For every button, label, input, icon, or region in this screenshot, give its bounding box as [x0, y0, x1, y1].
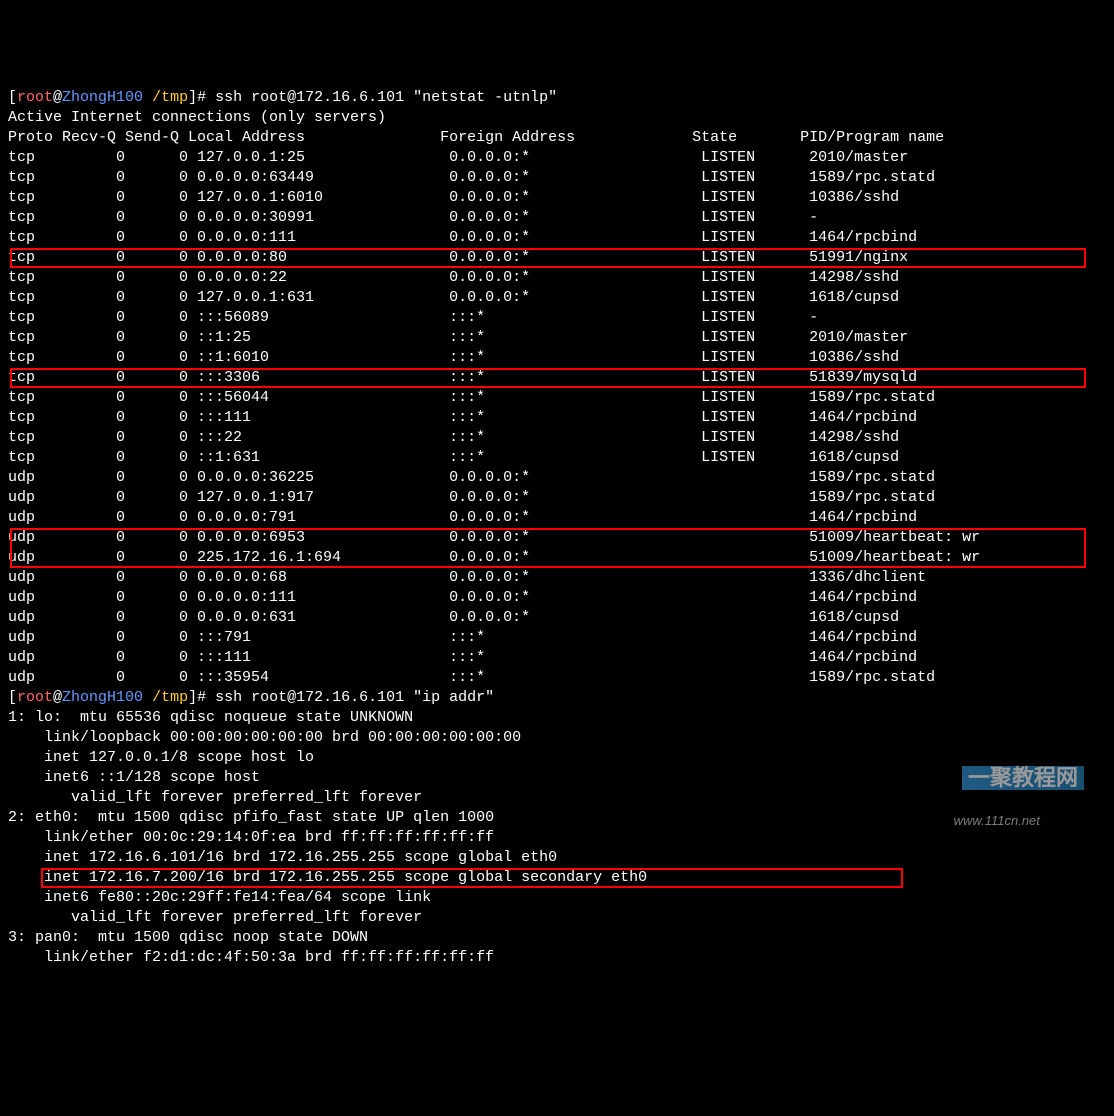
netstat-row: tcp 0 0 :::56044 :::* LISTEN 1589/rpc.st…	[8, 388, 1106, 408]
netstat-row: udp 0 0 0.0.0.0:68 0.0.0.0:* 1336/dhclie…	[8, 568, 1106, 588]
watermark: 一聚教程网 www.111cn.net	[954, 746, 1084, 851]
netstat-row: udp 0 0 127.0.0.1:917 0.0.0.0:* 1589/rpc…	[8, 488, 1106, 508]
netstat-row: udp 0 0 0.0.0.0:6953 0.0.0.0:* 51009/hea…	[8, 528, 1106, 548]
terminal-output: [root@ZhongH100 /tmp]# ssh root@172.16.6…	[8, 88, 1106, 968]
netstat-row: tcp 0 0 0.0.0.0:30991 0.0.0.0:* LISTEN -	[8, 208, 1106, 228]
shell-prompt[interactable]: [root@ZhongH100 /tmp]# ssh root@172.16.6…	[8, 688, 1106, 708]
netstat-row: tcp 0 0 0.0.0.0:80 0.0.0.0:* LISTEN 5199…	[8, 248, 1106, 268]
netstat-row: udp 0 0 225.172.16.1:694 0.0.0.0:* 51009…	[8, 548, 1106, 568]
netstat-row: tcp 0 0 :::111 :::* LISTEN 1464/rpcbind	[8, 408, 1106, 428]
ipaddr-row: inet6 ::1/128 scope host	[8, 768, 1106, 788]
netstat-header: Active Internet connections (only server…	[8, 108, 1106, 128]
netstat-columns: Proto Recv-Q Send-Q Local Address Foreig…	[8, 128, 1106, 148]
netstat-row: udp 0 0 0.0.0.0:631 0.0.0.0:* 1618/cupsd	[8, 608, 1106, 628]
ipaddr-row: link/ether f2:d1:dc:4f:50:3a brd ff:ff:f…	[8, 948, 1106, 968]
netstat-row: tcp 0 0 0.0.0.0:22 0.0.0.0:* LISTEN 1429…	[8, 268, 1106, 288]
watermark-brand: 一聚教程网	[962, 766, 1084, 790]
netstat-row: tcp 0 0 :::56089 :::* LISTEN -	[8, 308, 1106, 328]
ipaddr-row: 2: eth0: mtu 1500 qdisc pfifo_fast state…	[8, 808, 1106, 828]
netstat-row: udp 0 0 0.0.0.0:111 0.0.0.0:* 1464/rpcbi…	[8, 588, 1106, 608]
netstat-row: tcp 0 0 127.0.0.1:25 0.0.0.0:* LISTEN 20…	[8, 148, 1106, 168]
netstat-row: udp 0 0 :::35954 :::* 1589/rpc.statd	[8, 668, 1106, 688]
ipaddr-row: inet 172.16.6.101/16 brd 172.16.255.255 …	[8, 848, 1106, 868]
highlight-box	[10, 248, 1086, 268]
ipaddr-row: link/ether 00:0c:29:14:0f:ea brd ff:ff:f…	[8, 828, 1106, 848]
netstat-row: udp 0 0 :::791 :::* 1464/rpcbind	[8, 628, 1106, 648]
netstat-row: tcp 0 0 127.0.0.1:6010 0.0.0.0:* LISTEN …	[8, 188, 1106, 208]
ipaddr-row: link/loopback 00:00:00:00:00:00 brd 00:0…	[8, 728, 1106, 748]
ipaddr-row: 1: lo: mtu 65536 qdisc noqueue state UNK…	[8, 708, 1106, 728]
netstat-row: tcp 0 0 :::3306 :::* LISTEN 51839/mysqld	[8, 368, 1106, 388]
netstat-row: tcp 0 0 ::1:631 :::* LISTEN 1618/cupsd	[8, 448, 1106, 468]
highlight-box	[41, 868, 903, 888]
ipaddr-row: inet 172.16.7.200/16 brd 172.16.255.255 …	[8, 868, 1106, 888]
highlight-group: udp 0 0 0.0.0.0:6953 0.0.0.0:* 51009/hea…	[8, 528, 1106, 568]
ipaddr-row: valid_lft forever preferred_lft forever	[8, 908, 1106, 928]
ipaddr-row: inet6 fe80::20c:29ff:fe14:fea/64 scope l…	[8, 888, 1106, 908]
ipaddr-row: inet 127.0.0.1/8 scope host lo	[8, 748, 1106, 768]
highlight-box	[10, 368, 1086, 388]
netstat-row: udp 0 0 0.0.0.0:791 0.0.0.0:* 1464/rpcbi…	[8, 508, 1106, 528]
netstat-row: tcp 0 0 :::22 :::* LISTEN 14298/sshd	[8, 428, 1106, 448]
watermark-url: www.111cn.net	[954, 811, 1084, 831]
ipaddr-row: 3: pan0: mtu 1500 qdisc noop state DOWN	[8, 928, 1106, 948]
netstat-row: tcp 0 0 ::1:6010 :::* LISTEN 10386/sshd	[8, 348, 1106, 368]
netstat-row: tcp 0 0 ::1:25 :::* LISTEN 2010/master	[8, 328, 1106, 348]
netstat-row: tcp 0 0 127.0.0.1:631 0.0.0.0:* LISTEN 1…	[8, 288, 1106, 308]
netstat-row: udp 0 0 :::111 :::* 1464/rpcbind	[8, 648, 1106, 668]
netstat-row: tcp 0 0 0.0.0.0:111 0.0.0.0:* LISTEN 146…	[8, 228, 1106, 248]
shell-prompt[interactable]: [root@ZhongH100 /tmp]# ssh root@172.16.6…	[8, 88, 1106, 108]
ipaddr-row: valid_lft forever preferred_lft forever	[8, 788, 1106, 808]
netstat-row: tcp 0 0 0.0.0.0:63449 0.0.0.0:* LISTEN 1…	[8, 168, 1106, 188]
netstat-row: udp 0 0 0.0.0.0:36225 0.0.0.0:* 1589/rpc…	[8, 468, 1106, 488]
